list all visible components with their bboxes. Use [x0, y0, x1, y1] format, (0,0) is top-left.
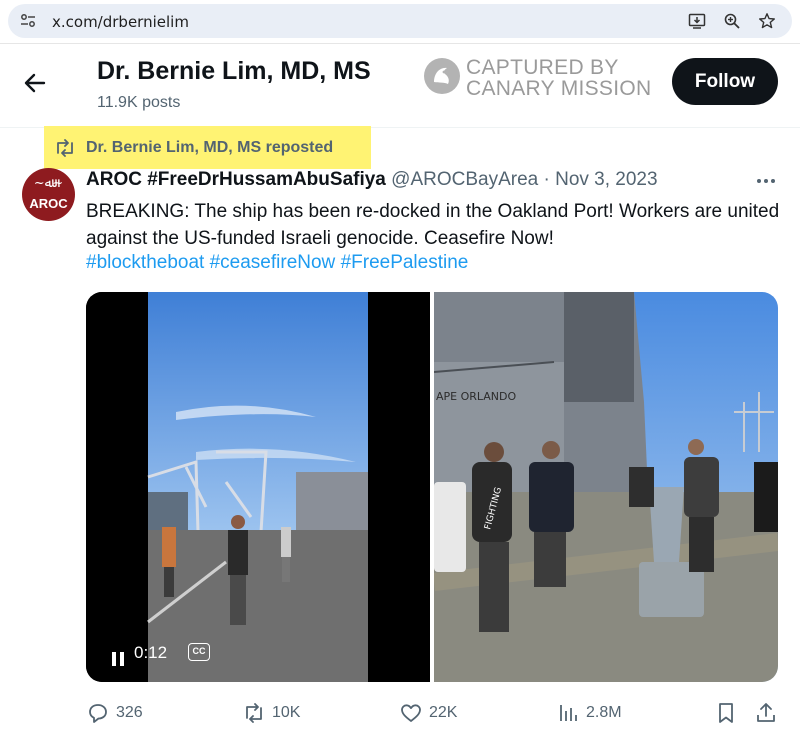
avatar-script: ~ﷲ~ [33, 176, 64, 191]
site-info-icon[interactable] [20, 13, 36, 29]
reply-icon [89, 704, 107, 723]
tweet-header: AROC #FreeDrHussamAbuSafiya @AROCBayArea… [86, 169, 658, 191]
analytics-icon [560, 705, 577, 721]
tweet-text: BREAKING: The ship has been re-docked in… [86, 201, 780, 249]
media-grid: 0:12 CC APE ORLANDO FIGHTING [86, 292, 778, 682]
follow-button[interactable]: Follow [672, 58, 778, 105]
photo-frame: APE ORLANDO FIGHTING [432, 292, 778, 682]
share-icon [757, 703, 775, 722]
url-text[interactable]: x.com/drbernielim [52, 13, 189, 31]
watermark-line-2: CANARY MISSION [466, 77, 652, 100]
canary-logo-icon [424, 58, 460, 94]
more-options-icon[interactable] [753, 172, 779, 190]
profile-name: Dr. Bernie Lim, MD, MS [97, 57, 371, 85]
captions-button[interactable]: CC [188, 643, 210, 661]
hashtag-link[interactable]: #ceasefireNow [210, 252, 336, 273]
hashtag-link[interactable]: #blocktheboat [86, 252, 204, 273]
back-arrow-icon[interactable] [22, 70, 48, 96]
bookmark-icon [719, 703, 733, 723]
photo-image[interactable]: APE ORLANDO FIGHTING [432, 292, 778, 682]
separator: · [543, 169, 550, 190]
repost-label[interactable]: Dr. Bernie Lim, MD, MS reposted [86, 139, 333, 157]
video-timecode: 0:12 [134, 643, 168, 662]
pause-icon[interactable] [111, 652, 125, 666]
hashtag-list: #blocktheboat #ceasefireNow #FreePalesti… [86, 252, 468, 274]
browser-toolbar: x.com/drbernielim [0, 0, 800, 44]
view-count: 2.8M [586, 704, 622, 721]
avatar-label: AROC [29, 196, 68, 211]
author-avatar[interactable]: ~ﷲ~ AROC [22, 168, 75, 221]
like-count: 22K [429, 704, 458, 721]
repost-banner: Dr. Bernie Lim, MD, MS reposted [44, 126, 371, 169]
post-count: 11.9K posts [97, 94, 181, 111]
ship-name-text: APE ORLANDO [436, 390, 517, 403]
repost-icon [246, 703, 262, 723]
repost-icon [57, 139, 73, 157]
author-name[interactable]: AROC #FreeDrHussamAbuSafiya [86, 169, 386, 190]
zoom-icon[interactable] [723, 12, 741, 30]
bookmark-button[interactable] [714, 700, 738, 726]
repost-count: 10K [272, 704, 301, 721]
tweet-date[interactable]: Nov 3, 2023 [555, 169, 657, 190]
install-app-icon[interactable] [688, 12, 706, 30]
profile-header: Dr. Bernie Lim, MD, MS 11.9K posts CAPTU… [0, 44, 800, 128]
tweet-actions: 326 10K 22K 2.8M [86, 700, 786, 726]
address-bar[interactable]: x.com/drbernielim [8, 4, 792, 38]
author-handle[interactable]: @AROCBayArea [391, 169, 538, 190]
video-player[interactable]: 0:12 CC [86, 292, 430, 682]
bookmark-star-icon[interactable] [758, 12, 776, 30]
video-frame [86, 292, 430, 682]
reply-count: 326 [116, 704, 143, 721]
share-button[interactable] [754, 700, 778, 726]
heart-icon [401, 704, 421, 722]
hashtag-link[interactable]: #FreePalestine [341, 252, 469, 273]
